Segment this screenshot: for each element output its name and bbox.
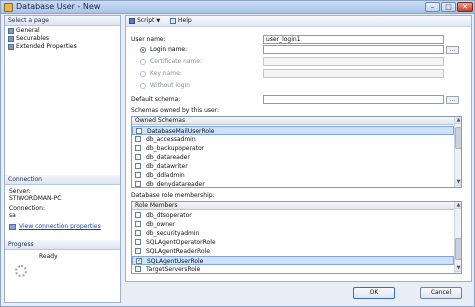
connection-value: sa xyxy=(9,212,16,219)
scroll-down-icon[interactable]: ▼ xyxy=(455,179,461,186)
default-schema-label: Default schema: xyxy=(131,96,181,103)
role-checkbox[interactable] xyxy=(135,230,141,236)
schema-checkbox[interactable] xyxy=(135,181,141,187)
without-login-radio[interactable] xyxy=(140,83,146,89)
connection-properties-icon xyxy=(9,223,16,230)
table-row[interactable]: db_dtsoperator xyxy=(132,211,454,220)
scroll-up-icon[interactable]: ▲ xyxy=(455,202,461,209)
schema-checkbox[interactable] xyxy=(135,145,141,151)
schemas-section-label: Schemas owned by this user: xyxy=(131,107,220,114)
owned-schemas-grid: Owned Schemas DatabaseMailUserRole db_ac… xyxy=(131,116,462,188)
login-name-label: Login name: xyxy=(150,46,188,53)
schema-checkbox[interactable] xyxy=(135,172,141,178)
certificate-name-radio[interactable] xyxy=(140,59,146,65)
left-pane: Select a page General Securables Extende… xyxy=(4,15,121,303)
scroll-down-icon[interactable]: ▼ xyxy=(455,265,461,272)
scroll-up-icon[interactable]: ▲ xyxy=(455,117,461,124)
schema-checkbox[interactable] xyxy=(135,136,141,142)
general-page: Script ▼ Help User name: user_login1 Log… xyxy=(125,15,472,282)
script-icon xyxy=(129,17,135,24)
roles-scrollbar[interactable]: ▲ ▼ xyxy=(454,202,461,273)
schemas-scrollbar[interactable]: ▲ ▼ xyxy=(454,117,461,187)
schema-checkbox[interactable] xyxy=(135,154,141,160)
user-name-field[interactable]: user_login1 xyxy=(263,35,444,44)
table-row[interactable]: db_ddladmin xyxy=(132,171,454,180)
title-bar: Database User - New – □ ✕ xyxy=(1,1,474,14)
key-name-radio[interactable] xyxy=(140,71,146,77)
view-connection-properties-link[interactable]: View connection properties xyxy=(9,223,101,230)
table-row[interactable]: db_owner xyxy=(132,220,454,229)
help-button[interactable]: Help xyxy=(170,17,192,24)
ok-button[interactable]: OK xyxy=(353,287,395,299)
table-row[interactable]: db_denydatareader xyxy=(132,180,454,187)
role-checkbox[interactable] xyxy=(135,212,141,218)
schema-checkbox[interactable] xyxy=(135,163,141,169)
login-name-browse-button[interactable]: ... xyxy=(446,46,459,54)
key-name-field xyxy=(263,69,444,78)
progress-spinner-icon xyxy=(15,265,27,277)
page-item-extended-properties[interactable]: Extended Properties xyxy=(8,43,77,50)
key-name-label: Key name: xyxy=(150,70,182,77)
server-value: STIWORDMAN-PC xyxy=(9,195,62,202)
user-name-label: User name: xyxy=(131,36,166,43)
table-row[interactable]: db_backupoperator xyxy=(132,144,454,153)
server-label: Server: xyxy=(9,188,31,195)
page-icon xyxy=(8,27,14,34)
certificate-name-label: Certificate name: xyxy=(150,58,203,65)
role-checkbox[interactable] xyxy=(135,221,141,227)
login-name-field[interactable] xyxy=(263,45,444,54)
certificate-name-field xyxy=(263,57,444,66)
table-row[interactable]: ✓ SQLAgentUserRole xyxy=(132,256,454,265)
page-icon xyxy=(8,43,14,50)
without-login-label: Without login xyxy=(150,82,190,89)
role-members-column-header: Role Members xyxy=(132,202,454,210)
scroll-thumb[interactable] xyxy=(455,238,461,260)
table-row[interactable]: SQLAgentReaderRole xyxy=(132,247,454,256)
page-item-securables[interactable]: Securables xyxy=(8,35,49,42)
table-row[interactable]: db_securityadmin xyxy=(132,229,454,238)
role-members-grid: Role Members db_dtsoperator db_owner db_… xyxy=(131,201,462,274)
role-checkbox[interactable] xyxy=(135,266,141,272)
minimize-button[interactable]: – xyxy=(425,2,440,12)
page-item-general[interactable]: General xyxy=(8,27,40,34)
connection-header: Connection xyxy=(5,175,120,185)
scroll-thumb[interactable] xyxy=(455,127,461,149)
help-icon xyxy=(170,17,176,24)
role-checkbox[interactable] xyxy=(135,239,141,245)
table-row[interactable]: DatabaseMailUserRole xyxy=(132,126,454,135)
progress-status: Ready xyxy=(39,253,58,260)
connection-label: Connection: xyxy=(9,205,45,212)
progress-header: Progress xyxy=(5,240,120,250)
table-row[interactable]: db_datawriter xyxy=(132,162,454,171)
schema-checkbox[interactable] xyxy=(136,128,142,134)
maximize-button[interactable]: □ xyxy=(441,2,456,12)
cancel-button[interactable]: Cancel xyxy=(420,287,462,299)
chevron-down-icon: ▼ xyxy=(156,18,161,24)
table-row[interactable]: db_accessadmin xyxy=(132,135,454,144)
role-checkbox-checked[interactable]: ✓ xyxy=(136,258,142,264)
default-schema-field[interactable] xyxy=(263,95,444,104)
select-page-header: Select a page xyxy=(5,16,120,26)
login-name-radio[interactable] xyxy=(140,47,146,53)
close-button[interactable]: ✕ xyxy=(457,2,473,12)
table-row[interactable]: db_datareader xyxy=(132,153,454,162)
default-schema-browse-button[interactable]: ... xyxy=(446,96,459,104)
table-row[interactable]: SQLAgentOperatorRole xyxy=(132,238,454,247)
database-user-icon xyxy=(4,3,13,12)
owned-schemas-column-header: Owned Schemas xyxy=(132,117,454,125)
toolbar: Script ▼ Help xyxy=(126,16,471,27)
roles-section-label: Database role membership: xyxy=(131,192,215,199)
script-button[interactable]: Script ▼ xyxy=(129,17,160,24)
dialog-window: Database User - New – □ ✕ Select a page … xyxy=(0,0,475,307)
window-title: Database User - New xyxy=(16,2,101,11)
role-checkbox[interactable] xyxy=(135,248,141,254)
table-row[interactable]: TargetServersRole xyxy=(132,265,454,273)
page-icon xyxy=(8,35,14,42)
